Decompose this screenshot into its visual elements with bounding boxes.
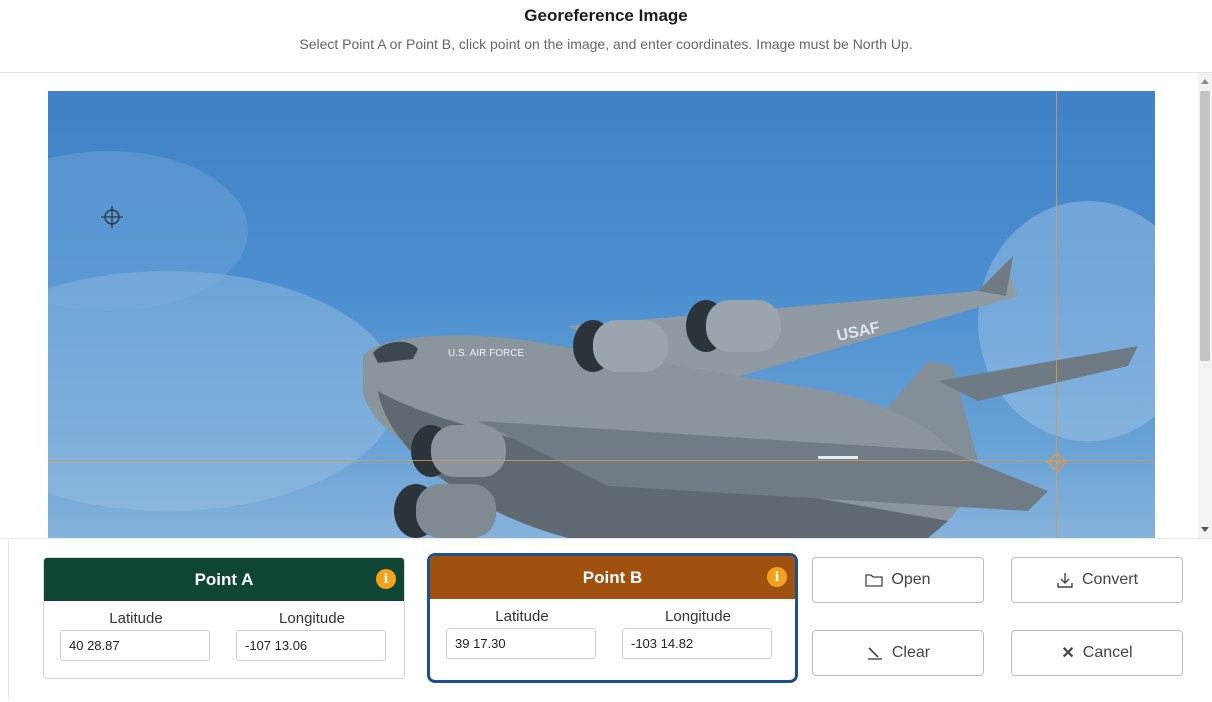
svg-text:U.S. AIR FORCE: U.S. AIR FORCE [448,348,524,359]
point-a-longitude-field: Longitude [236,610,388,661]
convert-button-label: Convert [1081,571,1139,588]
point-b-latitude-field: Latitude [446,608,598,659]
scroll-down-icon[interactable] [1201,527,1209,532]
point-a-latitude-field: Latitude [60,610,212,661]
point-a-panel[interactable]: Point A i Latitude Longitude [43,557,405,679]
folder-icon [865,574,884,587]
latitude-label: Latitude [109,610,163,627]
open-button-label: Open [891,571,931,588]
clear-button-label: Clear [891,644,931,661]
convert-button[interactable]: Convert [1011,557,1183,603]
point-b-title: Point B [582,567,643,587]
crosshair-icon[interactable] [101,206,123,228]
info-icon[interactable]: i [376,569,396,589]
point-b-longitude-input[interactable] [622,628,772,659]
vertical-scrollbar[interactable] [1198,73,1212,538]
open-button[interactable]: Open [812,557,984,603]
scroll-up-icon[interactable] [1201,79,1209,84]
point-b-longitude-field: Longitude [622,608,774,659]
latitude-label: Latitude [495,608,549,625]
point-a-header[interactable]: Point A i [44,558,404,601]
download-icon [1057,573,1073,588]
dialog-instructions: Select Point A or Point B, click point o… [299,36,913,52]
info-icon[interactable]: i [767,567,787,587]
point-a-longitude-input[interactable] [236,630,386,661]
cancel-button-label: Cancel [1082,644,1133,661]
scrollbar-thumb[interactable] [1200,91,1210,361]
close-icon: ✕ [1061,645,1075,662]
image-viewer[interactable]: U.S. AIR FORCE USAF [0,73,1212,538]
divider [0,538,1212,539]
longitude-label: Longitude [665,608,731,625]
point-b-panel[interactable]: Point B i Latitude Longitude [427,553,798,683]
dialog-title: Georeference Image [524,6,688,25]
clear-button[interactable]: Clear [812,630,984,676]
eraser-icon [867,647,882,660]
point-b-latitude-input[interactable] [446,628,596,659]
divider [8,540,9,700]
crosshair-icon[interactable] [1046,451,1068,473]
guide-line-horizontal [48,460,1155,461]
point-a-latitude-input[interactable] [60,630,210,661]
longitude-label: Longitude [279,610,345,627]
aircraft-photo: U.S. AIR FORCE USAF [48,151,1155,538]
georeference-image[interactable]: U.S. AIR FORCE USAF [48,91,1155,538]
point-a-title: Point A [194,569,254,589]
cancel-button[interactable]: ✕ Cancel [1011,630,1183,676]
point-b-header[interactable]: Point B i [430,556,795,599]
dialog-header: Georeference Image Select Point A or Poi… [0,0,1212,73]
